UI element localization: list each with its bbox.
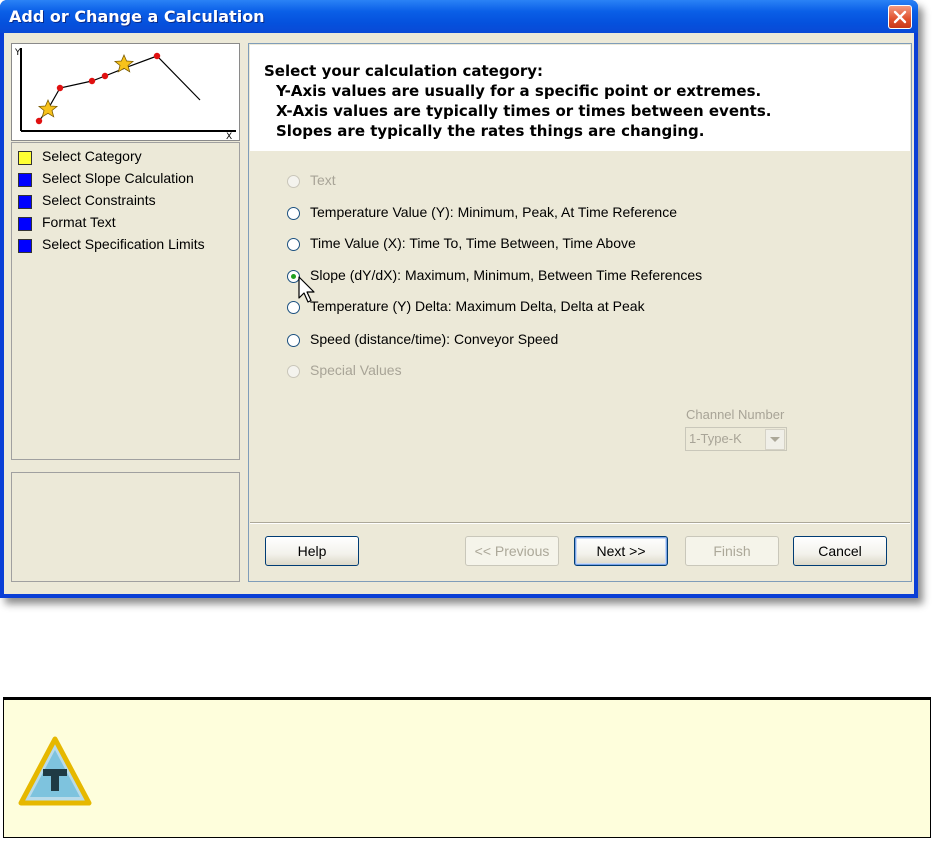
title-bar[interactable]: Add or Change a Calculation [0, 0, 918, 33]
preview-points [35, 52, 161, 125]
step-indicator [18, 217, 32, 231]
chart-preview: Y X [11, 43, 240, 142]
radio-label: Text [310, 172, 336, 188]
wizard-steps-list: Select Category Select Slope Calculation… [11, 142, 240, 460]
radio-button [287, 175, 300, 188]
radio-label[interactable]: Time Value (X): Time To, Time Between, T… [310, 235, 636, 251]
next-button[interactable]: Next >> [574, 536, 668, 566]
radio-button[interactable] [287, 207, 300, 220]
previous-button: << Previous [465, 536, 559, 566]
preview-graph: Y X [14, 48, 236, 142]
dropdown-arrow [765, 429, 785, 450]
button-separator [250, 522, 910, 524]
instructions-line: Slopes are typically the rates things ar… [276, 122, 705, 140]
preview-star-icon [113, 53, 135, 73]
instructions-line: X-Axis values are typically times or tim… [276, 102, 772, 120]
step-indicator [18, 151, 32, 165]
step-indicator [18, 239, 32, 253]
tip-icon [18, 736, 92, 806]
tip-box [3, 697, 931, 838]
sidebar-info-panel [11, 472, 240, 582]
chevron-down-icon [770, 437, 780, 442]
wizard-content: Select your calculation category: Y-Axis… [248, 43, 912, 582]
preview-star-icon [37, 98, 59, 118]
window-title: Add or Change a Calculation [9, 7, 265, 26]
wizard-sidebar: Y X Select Category Select Slope Calcula… [11, 43, 240, 582]
step-label: Select Category [42, 148, 142, 164]
radio-label[interactable]: Temperature Value (Y): Minimum, Peak, At… [310, 204, 677, 220]
step-indicator [18, 195, 32, 209]
preview-x-label: X [226, 132, 232, 140]
close-button[interactable] [888, 5, 912, 29]
close-icon [893, 10, 907, 24]
step-label: Select Specification Limits [42, 236, 205, 252]
dialog-window: Add or Change a Calculation Y X Select C… [0, 0, 918, 598]
radio-label[interactable]: Speed (distance/time): Conveyor Speed [310, 331, 558, 347]
instructions-line: Y-Axis values are usually for a specific… [276, 82, 762, 100]
channel-number-value: 1-Type-K [689, 431, 742, 446]
radio-button[interactable] [287, 238, 300, 251]
radio-button [287, 365, 300, 378]
radio-label[interactable]: Temperature (Y) Delta: Maximum Delta, De… [310, 298, 645, 314]
channel-number-select: 1-Type-K [685, 427, 787, 451]
cancel-button[interactable]: Cancel [793, 536, 887, 566]
radio-label[interactable]: Slope (dY/dX): Maximum, Minimum, Between… [310, 267, 702, 283]
step-label: Select Slope Calculation [42, 170, 194, 186]
step-label: Format Text [42, 214, 116, 230]
step-label: Select Constraints [42, 192, 156, 208]
radio-button[interactable] [287, 334, 300, 347]
finish-button: Finish [685, 536, 779, 566]
mouse-cursor-icon [298, 276, 315, 303]
radio-label: Special Values [310, 362, 402, 378]
tip-box-top-rule [4, 698, 930, 700]
dialog-client-area: Y X Select Category Select Slope Calcula… [4, 33, 914, 594]
instructions-header: Select your calculation category: Y-Axis… [250, 45, 910, 151]
channel-number-label: Channel Number [686, 407, 785, 422]
step-indicator [18, 173, 32, 187]
help-button[interactable]: Help [265, 536, 359, 566]
preview-y-label: Y [14, 48, 21, 58]
instructions-title: Select your calculation category: [264, 62, 544, 80]
